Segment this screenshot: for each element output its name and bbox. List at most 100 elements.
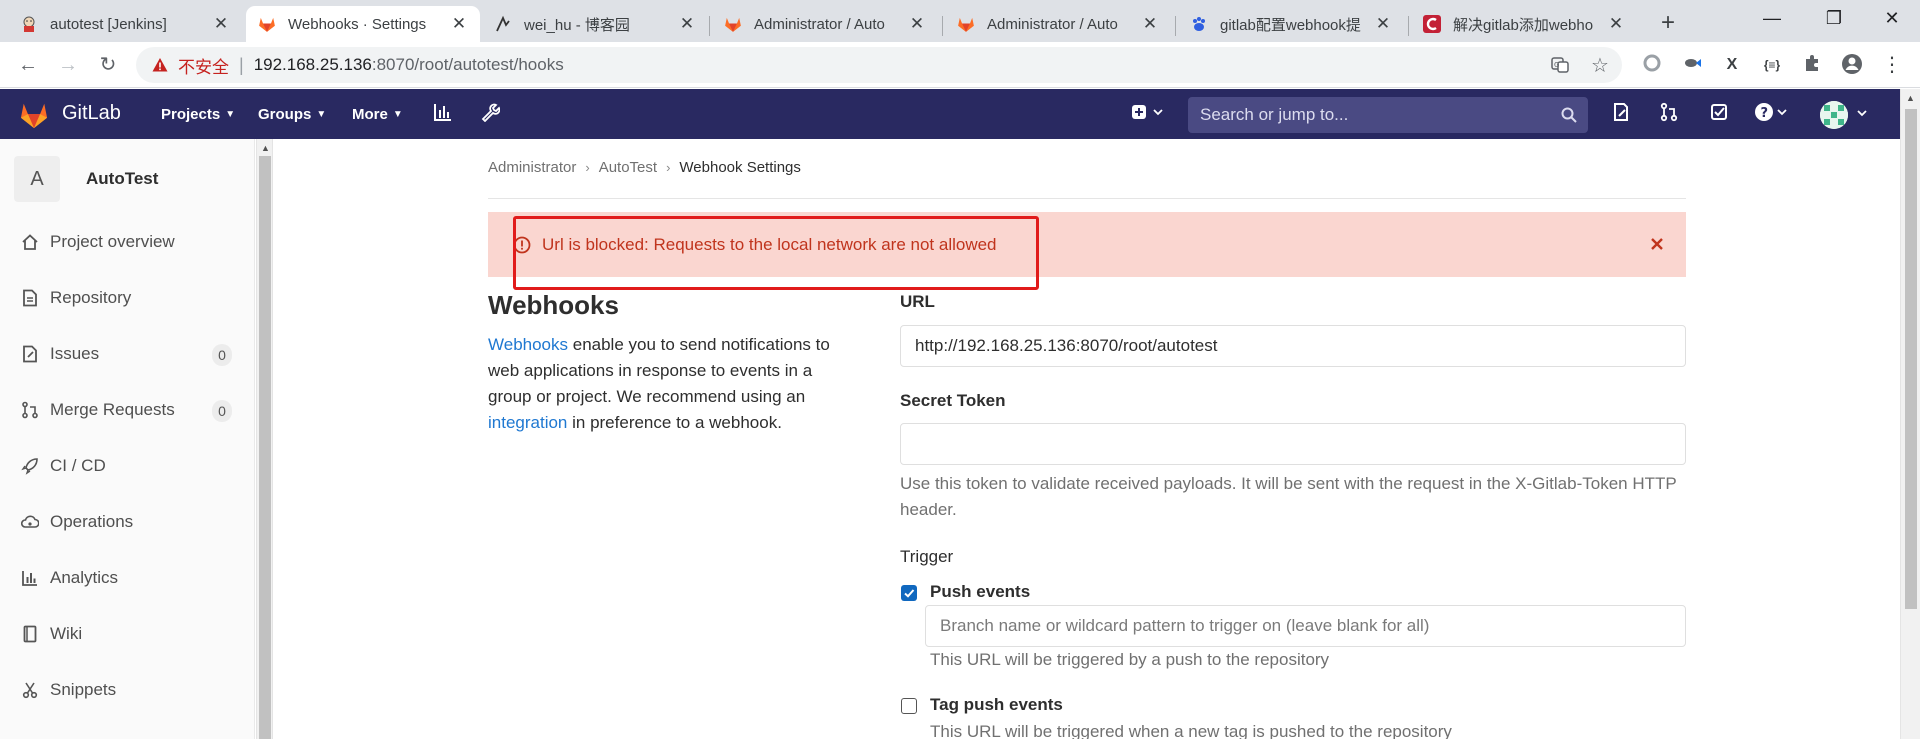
- document-icon: [20, 288, 40, 308]
- address-bar[interactable]: 不安全 | 192.168.25.136:8070/root/autotest/…: [136, 47, 1622, 83]
- help-icon[interactable]: ?: [1752, 102, 1792, 126]
- sidebar-scrollbar[interactable]: ▲: [256, 139, 273, 739]
- gitlab-logo-icon[interactable]: [18, 101, 50, 129]
- extensions-puzzle-icon[interactable]: [1800, 53, 1824, 77]
- close-tab-icon[interactable]: ✕: [678, 14, 696, 33]
- breadcrumb: Administrator › AutoTest › Webhook Setti…: [488, 159, 801, 176]
- bookmark-star-icon[interactable]: ☆: [1590, 56, 1610, 76]
- sidebar-item-snippets[interactable]: Snippets: [0, 670, 255, 710]
- breadcrumb-administrator[interactable]: Administrator: [488, 159, 576, 176]
- sidebar-item-ci-cd[interactable]: CI / CD: [0, 446, 255, 486]
- scroll-up-arrow-icon[interactable]: ▲: [261, 143, 270, 153]
- tab-separator: [942, 16, 943, 36]
- merge-requests-icon[interactable]: [1657, 102, 1681, 126]
- search-input[interactable]: [1188, 97, 1548, 133]
- browser-tab-administrator-2[interactable]: Administrator / Auto ✕: [945, 6, 1171, 42]
- close-window-icon[interactable]: ✕: [1880, 6, 1904, 30]
- url-input[interactable]: [900, 325, 1686, 367]
- close-tab-icon[interactable]: ✕: [1374, 14, 1392, 33]
- chevron-down-icon[interactable]: [1856, 106, 1868, 124]
- sidebar-item-merge-requests[interactable]: Merge Requests 0: [0, 390, 255, 430]
- minimize-window-icon[interactable]: —: [1760, 6, 1784, 30]
- integration-link[interactable]: integration: [488, 413, 567, 432]
- project-avatar: A: [14, 156, 60, 202]
- extension-x-icon[interactable]: X: [1720, 53, 1744, 77]
- close-tab-icon[interactable]: ✕: [212, 14, 230, 33]
- chart-icon: [20, 568, 40, 588]
- search-box[interactable]: [1188, 97, 1588, 133]
- tab-title: 解决gitlab添加webho: [1453, 16, 1594, 34]
- browser-menu-icon[interactable]: ⋮: [1880, 53, 1904, 77]
- sidebar-scrollbar-thumb[interactable]: [259, 156, 271, 739]
- sidebar-project-header[interactable]: A AutoTest: [14, 156, 158, 202]
- page-scrollbar[interactable]: ▲: [1900, 89, 1920, 739]
- sidebar-item-project-overview[interactable]: Project overview: [0, 222, 255, 262]
- browser-tab-cnblogs[interactable]: wei_hu - 博客园 ✕: [482, 6, 708, 42]
- snippet-icon: [20, 680, 40, 700]
- close-tab-icon[interactable]: ✕: [908, 14, 926, 33]
- browser-tab-strip: autotest [Jenkins] ✕ Webhooks · Settings…: [0, 0, 1920, 42]
- new-tab-icon[interactable]: +: [1656, 11, 1680, 36]
- push-events-label[interactable]: Push events: [930, 582, 1030, 602]
- annotation-highlight-box: [513, 216, 1039, 290]
- browser-tab-webhooks[interactable]: Webhooks · Settings ✕: [246, 6, 480, 42]
- home-icon: [20, 232, 40, 252]
- nav-more[interactable]: More ▼: [352, 106, 403, 123]
- tag-push-events-checkbox[interactable]: [901, 698, 917, 714]
- activity-chart-icon[interactable]: [431, 102, 455, 126]
- profile-icon[interactable]: [1840, 53, 1864, 77]
- close-tab-icon[interactable]: ✕: [450, 14, 468, 33]
- sidebar-item-label: Operations: [50, 512, 134, 531]
- user-avatar[interactable]: [1820, 101, 1848, 129]
- forward-arrow-icon[interactable]: →: [56, 53, 80, 77]
- nav-projects[interactable]: Projects ▼: [161, 106, 235, 123]
- restore-window-icon[interactable]: ❐: [1822, 6, 1846, 30]
- gitlab-icon: [258, 15, 276, 33]
- address-url: 192.168.25.136:8070/root/autotest/hooks: [254, 55, 564, 75]
- gitlab-icon: [724, 15, 742, 33]
- nav-groups[interactable]: Groups ▼: [258, 106, 326, 123]
- branch-filter-input[interactable]: [925, 605, 1686, 647]
- sidebar-item-label: Wiki: [50, 624, 83, 643]
- todos-issues-icon[interactable]: [1609, 102, 1633, 126]
- tab-title: gitlab配置webhook提: [1220, 16, 1361, 34]
- sidebar-item-label: CI / CD: [50, 456, 106, 475]
- reload-icon[interactable]: ↻: [96, 53, 120, 77]
- sidebar-item-issues[interactable]: Issues 0: [0, 334, 255, 374]
- gitlab-brand[interactable]: GitLab: [62, 102, 121, 125]
- browser-tab-administrator-1[interactable]: Administrator / Auto ✕: [712, 6, 938, 42]
- browser-tab-csdn[interactable]: 解决gitlab添加webho ✕: [1411, 6, 1637, 42]
- page-scrollbar-thumb[interactable]: [1905, 109, 1917, 609]
- sidebar-item-label: Project overview: [50, 232, 175, 251]
- sidebar-item-operations[interactable]: Operations: [0, 502, 255, 542]
- close-tab-icon[interactable]: ✕: [1607, 14, 1625, 33]
- translate-icon[interactable]: G: [1550, 56, 1570, 76]
- breadcrumb-autotest[interactable]: AutoTest: [599, 159, 657, 176]
- back-arrow-icon[interactable]: ←: [16, 53, 40, 77]
- todo-check-icon[interactable]: [1707, 102, 1731, 126]
- webhooks-docs-link[interactable]: Webhooks: [488, 335, 568, 354]
- extension-json-icon[interactable]: {≡}: [1760, 53, 1784, 77]
- search-icon: [1561, 107, 1577, 123]
- sidebar-item-label: Snippets: [50, 680, 117, 699]
- push-events-checkbox[interactable]: [901, 585, 917, 601]
- admin-wrench-icon[interactable]: [478, 102, 502, 126]
- close-alert-icon[interactable]: [1646, 233, 1668, 255]
- sidebar-item-analytics[interactable]: Analytics: [0, 558, 255, 598]
- sidebar-item-repository[interactable]: Repository: [0, 278, 255, 318]
- secret-token-help: Use this token to validate received payl…: [900, 474, 1677, 519]
- browser-tab-jenkins[interactable]: autotest [Jenkins] ✕: [8, 6, 242, 42]
- sidebar-item-wiki[interactable]: Wiki: [0, 614, 255, 654]
- browser-tab-baidu[interactable]: gitlab配置webhook提 ✕: [1178, 6, 1404, 42]
- warning-icon: [152, 58, 168, 72]
- sidebar-item-label: Analytics: [50, 568, 119, 587]
- close-tab-icon[interactable]: ✕: [1141, 14, 1159, 33]
- baidu-icon: [1190, 15, 1208, 33]
- tag-push-events-label[interactable]: Tag push events: [930, 695, 1063, 715]
- new-item-plus-icon[interactable]: [1128, 102, 1168, 126]
- extension-fish-icon[interactable]: [1680, 53, 1704, 77]
- extension-circle-icon[interactable]: [1640, 53, 1664, 77]
- breadcrumb-webhook-settings[interactable]: Webhook Settings: [679, 159, 800, 176]
- secret-token-input[interactable]: [900, 423, 1686, 465]
- scroll-up-arrow-icon[interactable]: ▲: [1906, 93, 1915, 103]
